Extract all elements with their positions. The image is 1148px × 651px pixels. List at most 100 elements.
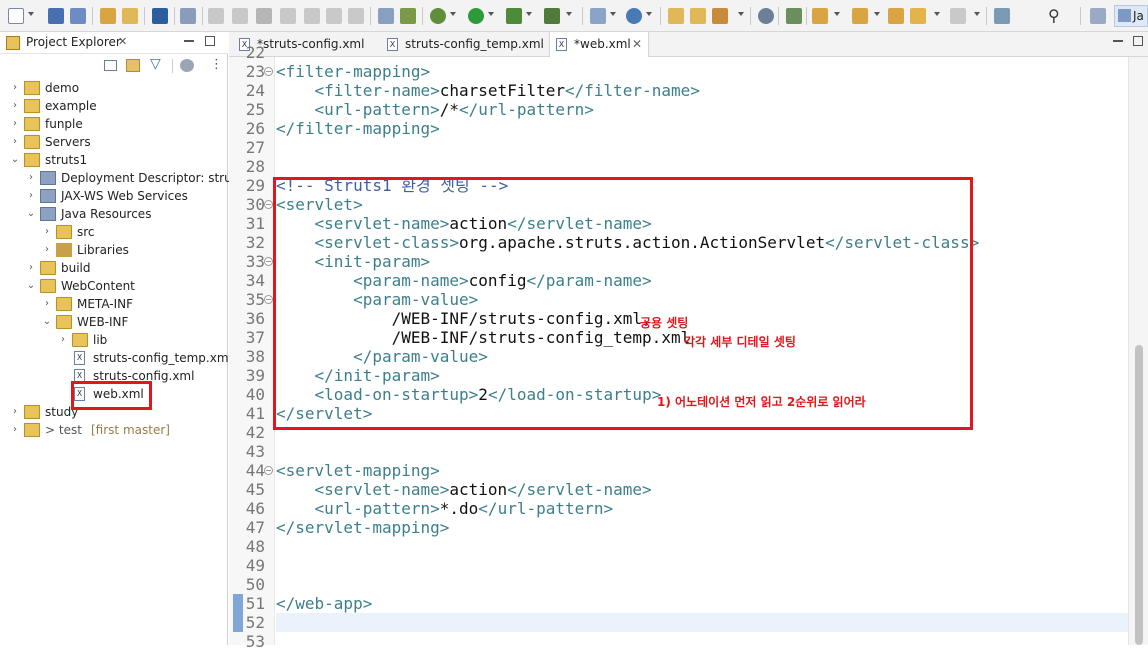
open-task-icon[interactable]	[122, 8, 138, 24]
external-tools-dropdown-icon[interactable]	[566, 12, 572, 16]
expand-chevron-icon[interactable]: ›	[26, 259, 36, 277]
debug-dropdown-icon[interactable]	[450, 12, 456, 16]
save-icon[interactable]	[48, 8, 64, 24]
expand-chevron-icon[interactable]: ›	[10, 403, 20, 421]
tree-item-web-inf[interactable]: ⌄ WEB-INF	[0, 313, 228, 331]
collapse-chevron-icon[interactable]: ⌄	[26, 205, 36, 223]
new-class-dropdown-icon[interactable]	[646, 12, 652, 16]
tree-item-java-resources[interactable]: ⌄ Java Resources	[0, 205, 228, 223]
fold-toggle-icon[interactable]: −	[264, 295, 273, 304]
terminal-icon[interactable]	[152, 8, 168, 24]
expand-chevron-icon[interactable]: ›	[42, 241, 52, 259]
forward-icon[interactable]	[950, 8, 966, 24]
run-server-icon[interactable]	[506, 8, 522, 24]
expand-chevron-icon[interactable]: ›	[10, 133, 20, 151]
tree-item-deployment-descriptor-struts[interactable]: › Deployment Descriptor: struts	[0, 169, 243, 187]
tree-item-lib[interactable]: › lib	[0, 331, 228, 349]
next-annotation-dropdown-icon[interactable]	[834, 12, 840, 16]
expand-chevron-icon[interactable]: ›	[26, 169, 36, 187]
tree-item-test[interactable]: › > test [first master]	[0, 421, 228, 439]
view-menu-icon[interactable]: ⋮	[210, 57, 223, 72]
open-perspective-icon[interactable]	[1090, 8, 1106, 24]
collapse-chevron-icon[interactable]: ⌄	[42, 313, 52, 331]
globe-icon[interactable]	[758, 8, 774, 24]
prev-annotation-icon[interactable]	[852, 8, 868, 24]
last-edit-icon[interactable]	[888, 8, 904, 24]
tab-struts-config-temp[interactable]: X struts-config_temp.xml	[381, 32, 549, 57]
tree-item-libraries[interactable]: › Libraries	[0, 241, 228, 259]
run-server-dropdown-icon[interactable]	[526, 12, 532, 16]
back-dropdown-icon[interactable]	[934, 12, 940, 16]
maximize-icon[interactable]	[205, 36, 215, 46]
search-tool-dropdown-icon[interactable]	[738, 12, 744, 16]
expand-chevron-icon[interactable]: ›	[26, 187, 36, 205]
disconnect-icon[interactable]	[280, 8, 296, 24]
run-dropdown-icon[interactable]	[488, 12, 494, 16]
open-type-icon[interactable]	[668, 8, 684, 24]
tree-item-meta-inf[interactable]: › META-INF	[0, 295, 228, 313]
expand-chevron-icon[interactable]: ›	[10, 97, 20, 115]
tree-item-src[interactable]: › src	[0, 223, 228, 241]
expand-chevron-icon[interactable]: ›	[42, 295, 52, 313]
next-annotation-icon[interactable]	[812, 8, 828, 24]
new-server-dropdown-icon[interactable]	[610, 12, 616, 16]
tree-item-servers[interactable]: › Servers	[0, 133, 228, 151]
tree-item-demo[interactable]: › demo	[0, 79, 228, 97]
tree-item-example[interactable]: › example	[0, 97, 228, 115]
tree-item-jax-ws-web-services[interactable]: › JAX-WS Web Services	[0, 187, 228, 205]
new-icon[interactable]	[8, 8, 24, 24]
expand-chevron-icon[interactable]: ›	[10, 421, 20, 439]
tree-item-struts-config-temp-xml[interactable]: Xstruts-config_temp.xml	[0, 349, 232, 367]
back-icon[interactable]	[910, 8, 926, 24]
forward-dropdown-icon[interactable]	[974, 12, 980, 16]
expand-chevron-icon[interactable]: ›	[10, 115, 20, 133]
fold-toggle-icon[interactable]: −	[264, 200, 273, 209]
refactor-icon[interactable]	[400, 8, 416, 24]
fold-toggle-icon[interactable]: −	[264, 67, 273, 76]
terminate-icon[interactable]	[256, 8, 272, 24]
toggle-format-icon[interactable]	[378, 8, 394, 24]
prev-annotation-dropdown-icon[interactable]	[874, 12, 880, 16]
new-dropdown-icon[interactable]	[28, 12, 34, 16]
tree-item-webcontent[interactable]: ⌄ WebContent	[0, 277, 228, 295]
tree-item-build[interactable]: › build	[0, 259, 228, 277]
expand-chevron-icon[interactable]: ›	[42, 223, 52, 241]
debug-icon[interactable]	[430, 8, 446, 24]
editor-maximize-icon[interactable]	[1133, 36, 1143, 46]
expand-chevron-icon[interactable]: ›	[10, 79, 20, 97]
annotation-icon[interactable]	[786, 8, 802, 24]
vertical-scrollbar[interactable]	[1128, 57, 1148, 645]
filter-icon[interactable]: ▽	[150, 56, 161, 72]
fold-toggle-icon[interactable]: −	[264, 466, 273, 475]
run-icon[interactable]	[468, 8, 484, 24]
step-into-icon[interactable]	[304, 8, 320, 24]
scrollbar-thumb[interactable]	[1135, 345, 1143, 645]
resume-icon[interactable]	[208, 8, 224, 24]
skip-breakpoints-icon[interactable]	[180, 8, 196, 24]
collapse-all-icon[interactable]	[104, 60, 117, 71]
minimize-icon[interactable]	[184, 40, 194, 42]
search-icon[interactable]: ⚲	[1048, 6, 1060, 25]
collapse-chevron-icon[interactable]: ⌄	[10, 151, 20, 169]
new-class-icon[interactable]	[626, 8, 642, 24]
explorer-close-icon[interactable]: ✕	[118, 35, 127, 48]
focus-icon[interactable]	[180, 59, 194, 72]
new-server-icon[interactable]	[590, 8, 606, 24]
open-resource-icon[interactable]	[690, 8, 706, 24]
suspend-icon[interactable]	[232, 8, 248, 24]
search-tool-icon[interactable]	[712, 8, 728, 24]
tab-web-xml[interactable]: X *web.xml ✕	[549, 32, 649, 57]
build-icon[interactable]	[100, 8, 116, 24]
tree-item-struts1[interactable]: ⌄ struts1	[0, 151, 228, 169]
fold-toggle-icon[interactable]: −	[264, 257, 273, 266]
pin-editor-icon[interactable]	[994, 8, 1010, 24]
step-over-icon[interactable]	[326, 8, 342, 24]
link-editor-icon[interactable]	[126, 59, 140, 72]
tab-close-icon[interactable]: ✕	[632, 32, 642, 57]
external-tools-icon[interactable]	[544, 8, 560, 24]
step-return-icon[interactable]	[348, 8, 364, 24]
save-all-icon[interactable]	[70, 8, 86, 24]
java-ee-perspective-button[interactable]: Ja	[1114, 5, 1148, 27]
collapse-chevron-icon[interactable]: ⌄	[26, 277, 36, 295]
editor-minimize-icon[interactable]	[1113, 40, 1123, 42]
